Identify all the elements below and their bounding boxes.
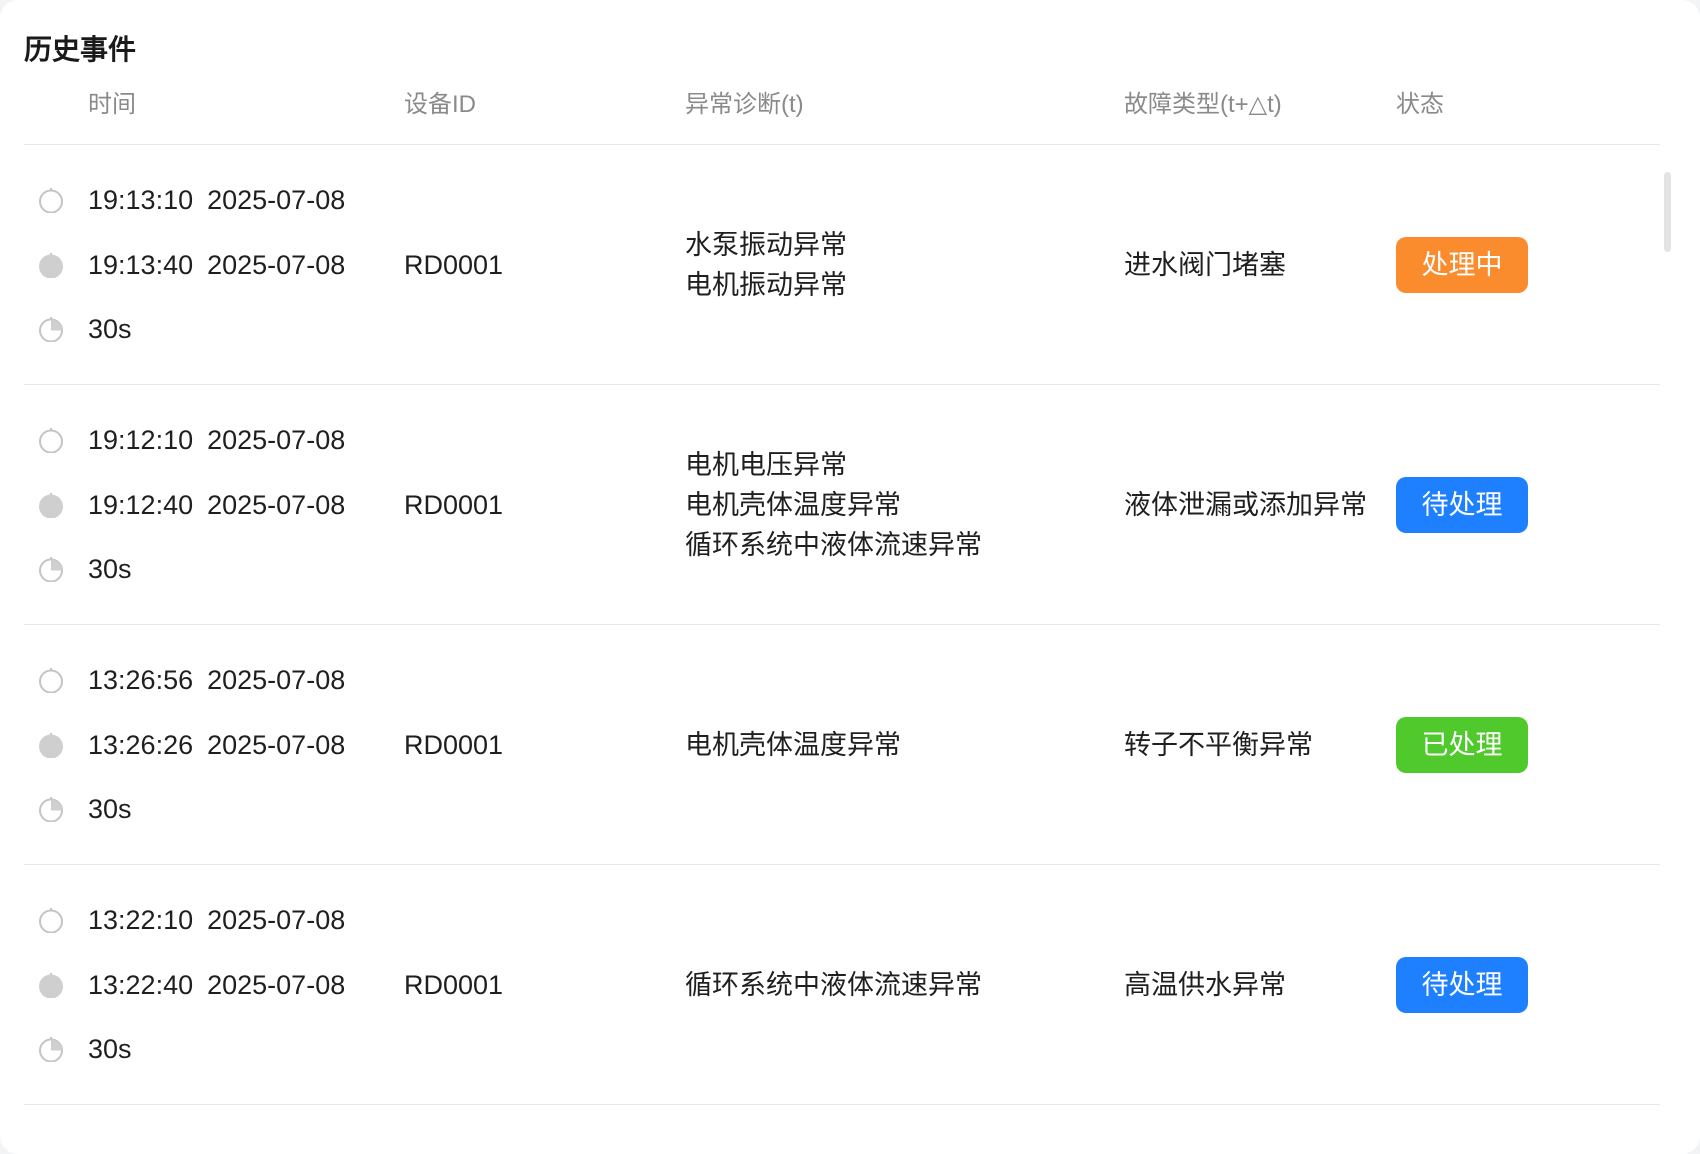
duration: 30s bbox=[88, 554, 132, 584]
table-row[interactable]: 19:12:10 2025-07-08 19:12:40 2025-07-08 30… bbox=[24, 385, 1660, 625]
device-id: RD0001 bbox=[404, 490, 504, 520]
device-id: RD0001 bbox=[404, 250, 504, 280]
header-status: 状态 bbox=[1396, 91, 1444, 118]
duration-line: 30s bbox=[24, 549, 384, 589]
end-time-line: 19:13:40 2025-07-08 bbox=[24, 245, 384, 285]
anomaly-item: 循环系统中液体流速异常 bbox=[685, 970, 982, 1000]
fault-type: 高温供水异常 bbox=[1124, 970, 1286, 1000]
start-time-line: 13:26:56 2025-07-08 bbox=[24, 660, 384, 700]
table-row[interactable]: 13:22:10 2025-07-08 13:22:40 2025-07-08 30… bbox=[24, 865, 1660, 1105]
end-time-line: 13:26:26 2025-07-08 bbox=[24, 725, 384, 765]
timer-quarter-icon bbox=[39, 557, 63, 582]
duration-line: 30s bbox=[24, 309, 384, 349]
anomaly-item: 电机振动异常 bbox=[685, 270, 847, 300]
end-time: 13:26:26 bbox=[88, 730, 194, 760]
stopwatch-outline-icon bbox=[39, 908, 63, 933]
table-row[interactable]: 13:26:56 2025-07-08 13:26:26 2025-07-08 30… bbox=[24, 625, 1660, 865]
end-date: 2025-07-08 bbox=[207, 970, 346, 1000]
duration-line: 30s bbox=[24, 1029, 384, 1069]
stopwatch-outline-icon bbox=[39, 188, 63, 213]
start-date: 2025-07-08 bbox=[207, 665, 346, 695]
header-anomaly: 异常诊断(t) bbox=[685, 91, 804, 118]
start-time: 13:26:56 bbox=[88, 665, 194, 695]
status-badge[interactable]: 待处理 bbox=[1396, 477, 1528, 533]
anomaly-item: 电机电压异常 bbox=[685, 450, 847, 480]
anomaly-item: 循环系统中液体流速异常 bbox=[685, 530, 982, 560]
table-row[interactable]: 19:13:10 2025-07-08 19:13:40 2025-07-08 30… bbox=[24, 145, 1660, 385]
end-time: 13:22:40 bbox=[88, 970, 194, 1000]
start-date: 2025-07-08 bbox=[207, 185, 346, 215]
fault-type: 进水阀门堵塞 bbox=[1124, 250, 1286, 280]
header-device-id: 设备ID bbox=[404, 91, 476, 118]
anomaly-list: 循环系统中液体流速异常 bbox=[685, 965, 1105, 1005]
end-date: 2025-07-08 bbox=[207, 250, 346, 280]
status-badge[interactable]: 待处理 bbox=[1396, 957, 1528, 1013]
duration: 30s bbox=[88, 314, 132, 344]
anomaly-list: 电机壳体温度异常 bbox=[685, 725, 1105, 765]
header-time: 时间 bbox=[88, 91, 136, 118]
end-time-line: 19:12:40 2025-07-08 bbox=[24, 485, 384, 525]
end-date: 2025-07-08 bbox=[207, 730, 346, 760]
fault-type: 转子不平衡异常 bbox=[1124, 730, 1313, 760]
start-time-line: 13:22:10 2025-07-08 bbox=[24, 900, 384, 940]
start-time-line: 19:13:10 2025-07-08 bbox=[24, 180, 384, 220]
scrollbar-thumb[interactable] bbox=[1664, 172, 1671, 252]
anomaly-item: 水泵振动异常 bbox=[685, 230, 847, 260]
status-badge[interactable]: 处理中 bbox=[1396, 237, 1528, 293]
duration-line: 30s bbox=[24, 789, 384, 829]
timer-quarter-icon bbox=[39, 1037, 63, 1062]
end-date: 2025-07-08 bbox=[207, 490, 346, 520]
start-time-line: 19:12:10 2025-07-08 bbox=[24, 420, 384, 460]
start-time: 19:13:10 bbox=[88, 185, 194, 215]
anomaly-list: 电机电压异常 电机壳体温度异常 循环系统中液体流速异常 bbox=[685, 445, 1105, 565]
stopwatch-outline-icon bbox=[39, 428, 63, 453]
duration: 30s bbox=[88, 1034, 132, 1064]
stopwatch-filled-icon bbox=[39, 733, 63, 758]
start-time: 19:12:10 bbox=[88, 425, 194, 455]
stopwatch-filled-icon bbox=[39, 493, 63, 518]
anomaly-item: 电机壳体温度异常 bbox=[685, 730, 901, 760]
device-id: RD0001 bbox=[404, 730, 504, 760]
end-time: 19:12:40 bbox=[88, 490, 194, 520]
anomaly-item: 电机壳体温度异常 bbox=[685, 490, 901, 520]
stopwatch-filled-icon bbox=[39, 253, 63, 278]
anomaly-list: 水泵振动异常 电机振动异常 bbox=[685, 225, 1105, 305]
start-time: 13:22:10 bbox=[88, 905, 194, 935]
start-date: 2025-07-08 bbox=[207, 425, 346, 455]
stopwatch-filled-icon bbox=[39, 973, 63, 998]
stopwatch-outline-icon bbox=[39, 668, 63, 693]
duration: 30s bbox=[88, 794, 132, 824]
end-time-line: 13:22:40 2025-07-08 bbox=[24, 965, 384, 1005]
start-date: 2025-07-08 bbox=[207, 905, 346, 935]
status-badge[interactable]: 已处理 bbox=[1396, 717, 1528, 773]
timer-quarter-icon bbox=[39, 797, 63, 822]
fault-type: 液体泄漏或添加异常 bbox=[1124, 490, 1367, 520]
panel-title: 历史事件 bbox=[24, 34, 137, 65]
table-header: 时间 设备ID 异常诊断(t) 故障类型(t+△t) 状态 bbox=[24, 86, 1660, 145]
header-fault-type: 故障类型(t+△t) bbox=[1124, 91, 1282, 118]
history-events-panel: 历史事件 时间 设备ID 异常诊断(t) 故障类型(t+△t) 状态 19:13… bbox=[0, 0, 1700, 1154]
end-time: 19:13:40 bbox=[88, 250, 194, 280]
event-list: 19:13:10 2025-07-08 19:13:40 2025-07-08 30… bbox=[24, 145, 1660, 1105]
device-id: RD0001 bbox=[404, 970, 504, 1000]
timer-quarter-icon bbox=[39, 317, 63, 342]
